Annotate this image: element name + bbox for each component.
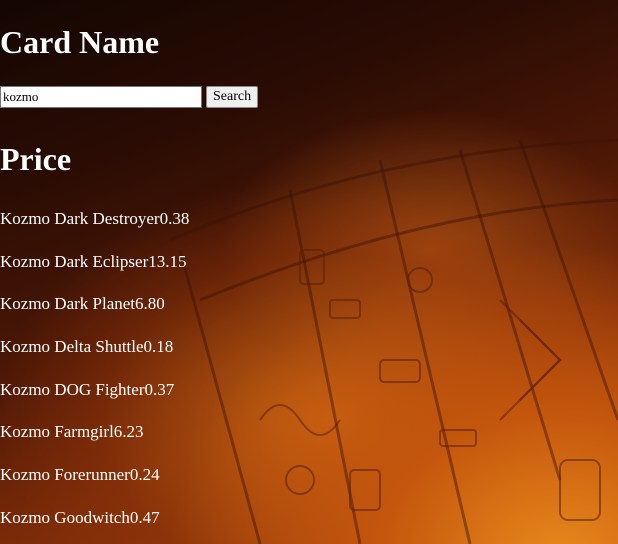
card-name: Kozmo Goodwitch (0, 507, 130, 527)
list-item: Kozmo DOG Fighter0.37 (0, 379, 189, 422)
search-form: Search (0, 86, 259, 108)
card-name: Kozmo Dark Planet (0, 294, 136, 314)
card-name: Kozmo Farmgirl (0, 422, 114, 442)
list-item: Kozmo Goodwitch0.47 (0, 507, 189, 544)
search-button[interactable]: Search (206, 86, 259, 108)
list-item: Kozmo Delta Shuttle0.18 (0, 336, 189, 379)
card-price: 6.80 (135, 294, 165, 314)
card-name: Kozmo Forerunner (0, 465, 130, 485)
card-name: Kozmo Dark Destroyer (0, 209, 160, 228)
list-item: Kozmo Dark Eclipser13.15 (0, 251, 189, 294)
card-price: 0.38 (159, 209, 190, 228)
results-list: Kozmo Dark Destroyer0.38 Kozmo Dark Ecli… (0, 208, 189, 544)
list-item: Kozmo Dark Destroyer0.38 (0, 208, 189, 251)
card-price: 0.24 (129, 465, 160, 485)
card-price: 0.37 (144, 379, 175, 399)
card-price: 13.15 (148, 251, 187, 271)
card-name: Kozmo Delta Shuttle (0, 337, 144, 357)
search-input[interactable] (0, 86, 202, 108)
list-item: Kozmo Farmgirl6.23 (0, 421, 189, 464)
card-name: Kozmo Dark Eclipser (0, 251, 149, 271)
card-name-heading: Card Name (0, 24, 160, 60)
list-item: Kozmo Forerunner0.24 (0, 464, 189, 507)
card-price: 0.47 (129, 507, 160, 527)
price-heading: Price (0, 141, 72, 177)
card-price: 6.23 (113, 422, 144, 442)
card-price: 0.18 (143, 337, 174, 357)
list-item: Kozmo Dark Planet6.80 (0, 293, 189, 336)
card-name: Kozmo DOG Fighter (0, 379, 145, 399)
